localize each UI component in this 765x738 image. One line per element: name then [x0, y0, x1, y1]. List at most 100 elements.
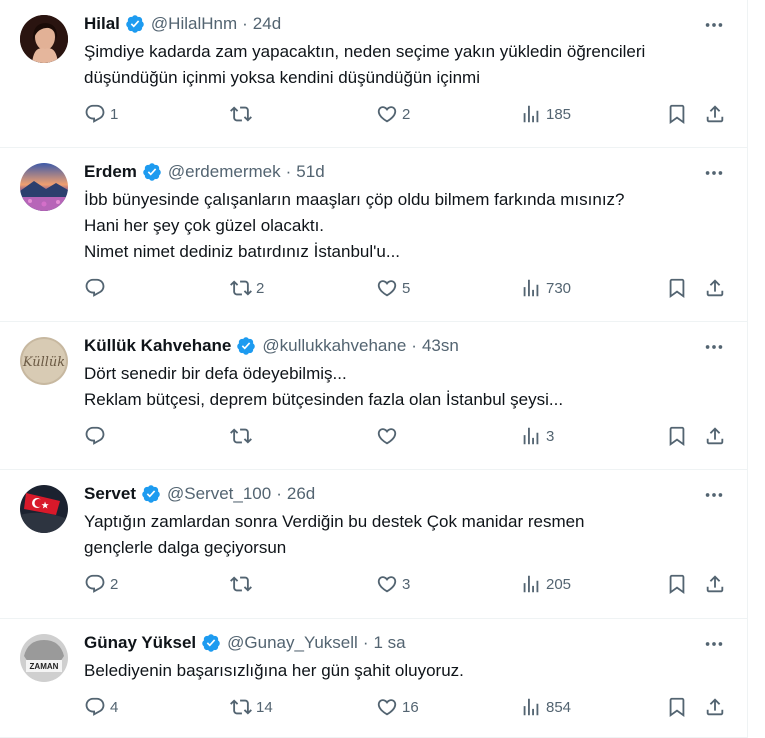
views-button[interactable]: 205: [520, 573, 571, 595]
retweet-icon: [230, 576, 252, 592]
avatar[interactable]: [20, 163, 68, 211]
reply-icon: [85, 574, 105, 593]
views-count: 730: [546, 279, 572, 297]
share-icon: [706, 427, 724, 445]
retweet-button[interactable]: [230, 573, 256, 595]
more-icon[interactable]: [703, 14, 725, 36]
retweet-count: 2: [256, 279, 265, 297]
separator-dot: ·: [276, 484, 282, 503]
like-count: 16: [402, 698, 419, 716]
reply-icon: [85, 278, 105, 297]
views-count: 854: [546, 698, 572, 716]
views-button[interactable]: 854: [520, 696, 571, 718]
retweet-button[interactable]: 14: [230, 696, 273, 718]
share-icon: [706, 575, 724, 593]
share-button[interactable]: [704, 696, 726, 718]
reply-count: 4: [110, 698, 119, 716]
retweet-button[interactable]: [230, 425, 256, 447]
like-button[interactable]: 5: [376, 277, 410, 299]
bookmark-button[interactable]: [666, 696, 688, 718]
like-icon: [377, 576, 397, 593]
tweet-actions: 2 3 205: [84, 573, 724, 597]
timestamp[interactable]: 24d: [253, 14, 281, 34]
like-icon: [377, 428, 397, 445]
verified-icon: [237, 337, 256, 355]
tweet[interactable]: Küllük Küllük Kahvehane @kullukkahvehane…: [0, 322, 747, 470]
bookmark-icon: [669, 697, 685, 718]
reply-button[interactable]: [84, 425, 110, 447]
like-button[interactable]: 16: [376, 696, 419, 718]
views-icon: [523, 575, 539, 593]
reply-button[interactable]: 4: [84, 696, 118, 718]
author-name[interactable]: Erdem: [84, 162, 137, 182]
views-button[interactable]: 3: [520, 425, 554, 447]
share-button[interactable]: [704, 277, 726, 299]
like-button[interactable]: [376, 425, 402, 447]
author-handle[interactable]: @Gunay_Yuksell: [227, 633, 358, 653]
verified-icon: [142, 485, 160, 503]
more-icon[interactable]: [703, 484, 725, 506]
timestamp[interactable]: 51d: [296, 162, 324, 182]
avatar[interactable]: [20, 15, 68, 63]
tweet-text: Dört senedir bir defa ödeyebilmiş... Rek…: [84, 364, 564, 409]
reply-button[interactable]: 2: [84, 573, 118, 595]
share-button[interactable]: [704, 573, 726, 595]
timestamp[interactable]: 43sn: [422, 336, 459, 356]
author-name[interactable]: Günay Yüksel: [84, 633, 196, 653]
bookmark-button[interactable]: [666, 277, 688, 299]
tweet[interactable]: Erdem @erdemermek · 51d İbb bünyesinde ç…: [0, 148, 747, 322]
avatar-logo-text: ZAMAN: [30, 662, 59, 671]
views-icon: [523, 105, 539, 123]
bookmark-button[interactable]: [666, 103, 688, 125]
reply-icon: [85, 426, 105, 445]
tweet-actions: 3: [84, 425, 724, 449]
share-icon: [706, 279, 724, 297]
bookmark-icon: [669, 426, 685, 447]
views-icon: [523, 427, 539, 445]
retweet-icon: [230, 699, 252, 715]
tweet-text: İbb bünyesinde çalışanların maaşları çöp…: [84, 190, 625, 261]
reply-button[interactable]: 1: [84, 103, 118, 125]
tweet-text: Şimdiye kadarda zam yapacaktın, neden se…: [84, 42, 646, 87]
tweet[interactable]: ZAMAN Günay Yüksel @Gunay_Yuksell · 1 sa…: [0, 619, 747, 738]
retweet-icon: [230, 280, 252, 296]
author-name[interactable]: Servet: [84, 484, 136, 504]
timestamp[interactable]: 1 sa: [373, 633, 405, 653]
author-handle[interactable]: @Servet_100: [167, 484, 271, 504]
views-count: 3: [546, 427, 555, 445]
reply-button[interactable]: [84, 277, 110, 299]
bookmark-icon: [669, 278, 685, 299]
share-button[interactable]: [704, 103, 726, 125]
author-name[interactable]: Küllük Kahvehane: [84, 336, 231, 356]
more-icon[interactable]: [703, 162, 725, 184]
like-button[interactable]: 2: [376, 103, 410, 125]
views-icon: [523, 279, 539, 297]
views-button[interactable]: 730: [520, 277, 571, 299]
views-count: 205: [546, 575, 572, 593]
like-button[interactable]: 3: [376, 573, 410, 595]
bookmark-button[interactable]: [666, 425, 688, 447]
retweet-count: 14: [256, 698, 273, 716]
like-count: 5: [402, 279, 411, 297]
tweet-actions: 1 2 185: [84, 103, 724, 127]
author-handle[interactable]: @HilalHnm: [151, 14, 237, 34]
reply-icon: [85, 104, 105, 123]
author-name[interactable]: Hilal: [84, 14, 120, 34]
avatar[interactable]: Küllük: [20, 337, 68, 385]
retweet-button[interactable]: [230, 103, 256, 125]
share-button[interactable]: [704, 425, 726, 447]
bookmark-button[interactable]: [666, 573, 688, 595]
avatar[interactable]: [20, 485, 68, 533]
views-icon: [523, 698, 539, 716]
tweet[interactable]: Servet @Servet_100 · 26d Yaptığın zamlar…: [0, 470, 747, 619]
more-icon[interactable]: [703, 336, 725, 358]
avatar[interactable]: ZAMAN: [20, 634, 68, 682]
retweet-button[interactable]: 2: [230, 277, 264, 299]
tweet[interactable]: Hilal @HilalHnm · 24d Şimdiye kadarda za…: [0, 0, 747, 148]
timestamp[interactable]: 26d: [287, 484, 315, 504]
author-handle[interactable]: @kullukkahvehane: [262, 336, 406, 356]
views-button[interactable]: 185: [520, 103, 571, 125]
more-icon[interactable]: [703, 633, 725, 655]
author-handle[interactable]: @erdemermek: [168, 162, 281, 182]
reply-count: 2: [110, 575, 119, 593]
